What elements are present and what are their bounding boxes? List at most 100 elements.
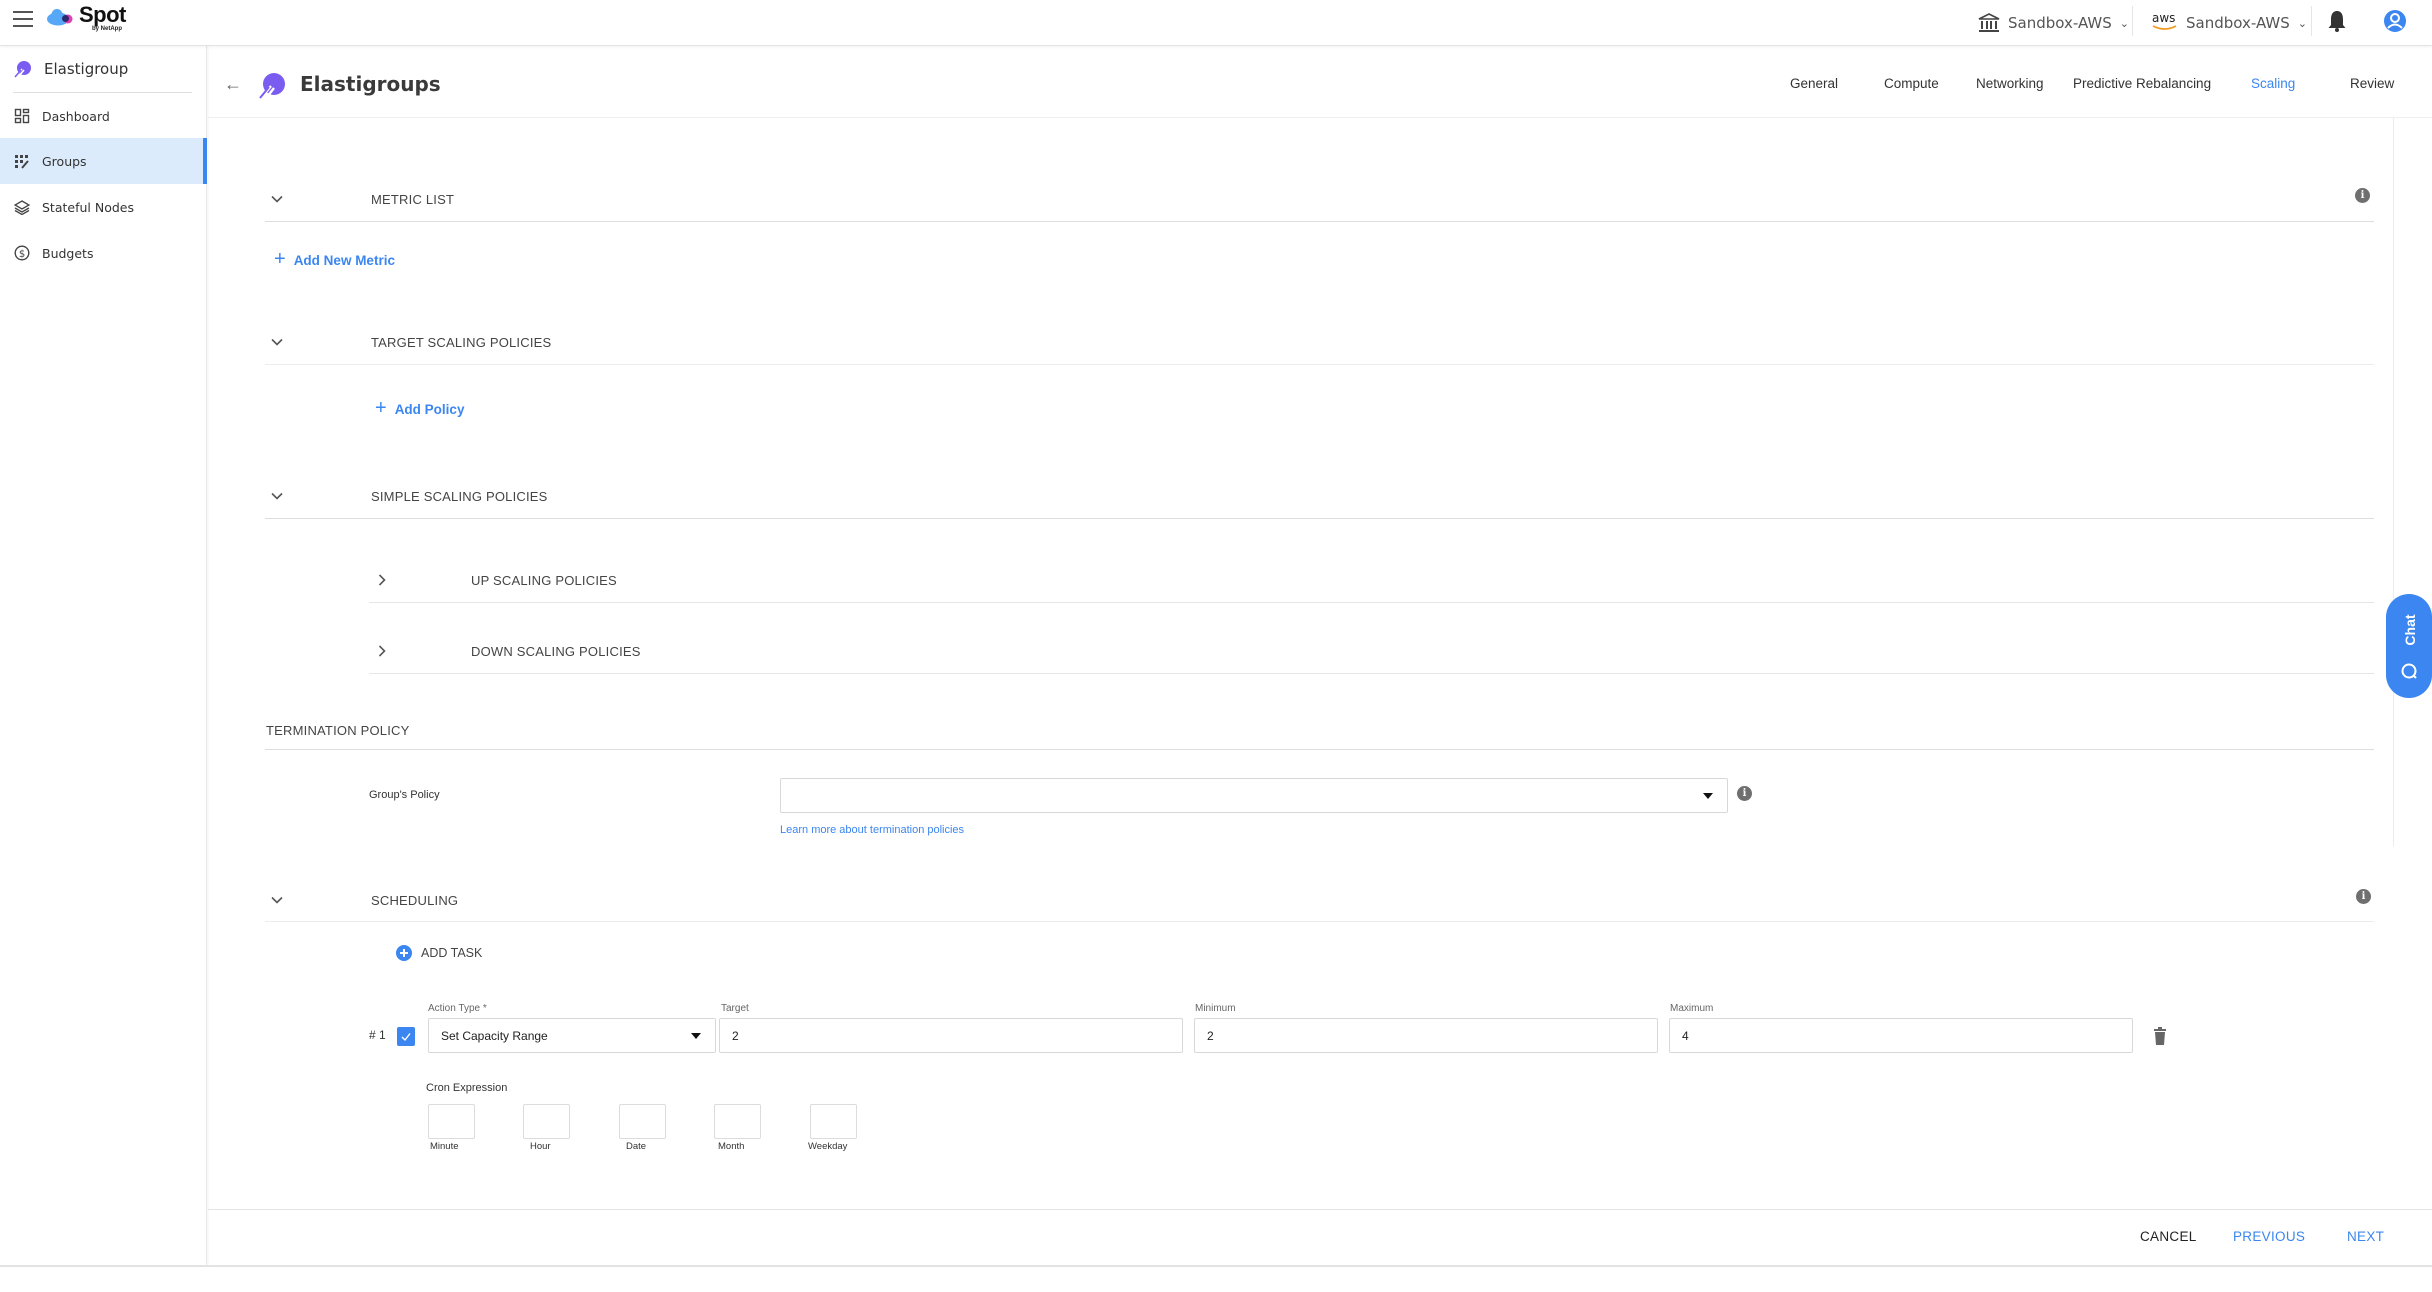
account-selector[interactable]: aws Sandbox-AWS ⌄	[2152, 8, 2307, 38]
chevron-down-icon[interactable]	[270, 489, 284, 503]
subsection-divider	[369, 673, 2374, 674]
section-title-simple-scaling[interactable]: SIMPLE SCALING POLICIES	[371, 489, 548, 504]
subsection-divider	[369, 602, 2374, 603]
dollar-circle-icon: $	[14, 245, 30, 261]
section-title-scheduling[interactable]: SCHEDULING	[371, 893, 458, 908]
plus-icon: +	[274, 248, 286, 270]
cron-hour-input[interactable]	[523, 1104, 570, 1139]
info-icon[interactable]: i	[2355, 188, 2370, 203]
sidebar-item-dashboard[interactable]: Dashboard	[0, 93, 207, 139]
section-divider	[265, 921, 2374, 922]
maximum-value: 4	[1682, 1028, 1689, 1043]
chat-button[interactable]: Chat	[2386, 594, 2432, 698]
layers-icon	[14, 200, 30, 215]
bell-icon[interactable]	[2327, 9, 2347, 33]
sidebar-product-header[interactable]: Elastigroup	[0, 46, 207, 92]
groups-icon	[15, 155, 29, 169]
plus-icon: +	[375, 397, 387, 419]
cron-date-input[interactable]	[619, 1104, 666, 1139]
sidebar-item-budgets[interactable]: $ Budgets	[0, 230, 207, 276]
target-input[interactable]: 2	[719, 1018, 1183, 1053]
chevron-down-icon: ⌄	[2297, 16, 2307, 30]
add-task-button[interactable]: ADD TASK	[396, 945, 482, 961]
organization-selector[interactable]: Sandbox-AWS ⌄	[1978, 8, 2129, 38]
elastigroup-icon	[14, 61, 31, 78]
action-type-select[interactable]: Set Capacity Range	[428, 1018, 716, 1053]
tab-review[interactable]: Review	[2350, 76, 2394, 91]
chevron-down-icon[interactable]	[270, 893, 284, 907]
info-icon[interactable]: i	[2356, 889, 2371, 904]
groups-policy-select[interactable]	[780, 778, 1728, 813]
next-button[interactable]: NEXT	[2347, 1229, 2384, 1244]
learn-more-termination-link[interactable]: Learn more about termination policies	[780, 824, 964, 836]
caret-down-icon	[691, 1033, 701, 1039]
content-scroll-edge	[2393, 118, 2394, 846]
header-divider	[208, 117, 2432, 118]
minimum-input[interactable]: 2	[1194, 1018, 1658, 1053]
spot-logo[interactable]: Spot by NetApp	[46, 2, 136, 38]
user-avatar-icon[interactable]	[2383, 9, 2407, 33]
cron-minute-input[interactable]	[428, 1104, 475, 1139]
minimum-value: 2	[1207, 1028, 1214, 1043]
chat-label: Chat	[2402, 614, 2418, 646]
add-new-metric-label: Add New Metric	[293, 252, 395, 268]
sidebar-item-label: Stateful Nodes	[42, 199, 134, 215]
info-icon[interactable]: i	[1737, 786, 1752, 801]
chevron-right-icon[interactable]	[375, 644, 389, 658]
page-title: Elastigroups	[300, 72, 441, 96]
section-divider	[265, 221, 2374, 222]
minimum-label: Minimum	[1195, 1003, 1236, 1014]
section-title-target-scaling[interactable]: TARGET SCALING POLICIES	[371, 335, 551, 350]
subsection-down-scaling[interactable]: DOWN SCALING POLICIES	[471, 644, 641, 659]
plus-circle-icon	[396, 945, 412, 961]
cron-weekday-input[interactable]	[810, 1104, 857, 1139]
sidebar-item-label: Dashboard	[42, 108, 110, 124]
bank-icon	[1978, 13, 2000, 32]
section-title-termination-policy: TERMINATION POLICY	[266, 723, 410, 738]
divider	[2132, 6, 2133, 36]
groups-policy-label: Group's Policy	[369, 789, 440, 801]
top-bar: Spot by NetApp Sandbox-AWS ⌄ aws Sandbox…	[0, 0, 2432, 46]
sidebar-item-stateful-nodes[interactable]: Stateful Nodes	[0, 184, 207, 230]
sidebar-item-label: Budgets	[42, 245, 94, 261]
account-name: Sandbox-AWS	[2186, 14, 2290, 32]
tab-compute[interactable]: Compute	[1884, 76, 1939, 91]
sidebar-item-groups[interactable]: Groups	[0, 138, 207, 184]
task-enabled-checkbox[interactable]	[397, 1027, 415, 1046]
organization-name: Sandbox-AWS	[2008, 14, 2112, 32]
hamburger-menu-icon[interactable]	[13, 11, 33, 27]
chevron-right-icon[interactable]	[375, 573, 389, 587]
cron-month-input[interactable]	[714, 1104, 761, 1139]
aws-logo-icon: aws	[2152, 11, 2178, 33]
footer-bottom-border	[0, 1265, 2432, 1267]
add-policy-label: Add Policy	[394, 401, 465, 417]
tab-networking[interactable]: Networking	[1976, 76, 2044, 91]
target-label: Target	[721, 1003, 749, 1014]
cancel-button[interactable]: CANCEL	[2140, 1229, 2197, 1244]
section-title-metric-list[interactable]: METRIC LIST	[371, 192, 454, 207]
previous-button[interactable]: PREVIOUS	[2233, 1229, 2305, 1244]
tab-predictive-rebalancing[interactable]: Predictive Rebalancing	[2073, 76, 2211, 91]
tab-general[interactable]: General	[1790, 76, 1838, 91]
chevron-down-icon[interactable]	[270, 335, 284, 349]
action-type-value: Set Capacity Range	[441, 1028, 548, 1043]
dashboard-icon	[14, 108, 30, 124]
subsection-up-scaling[interactable]: UP SCALING POLICIES	[471, 573, 617, 588]
divider	[2311, 6, 2312, 36]
svg-text:$: $	[19, 249, 25, 260]
action-type-label: Action Type *	[428, 1003, 487, 1014]
maximum-label: Maximum	[1670, 1003, 1714, 1014]
add-new-metric-button[interactable]: + Add New Metric	[274, 248, 395, 270]
chevron-down-icon[interactable]	[270, 192, 284, 206]
brand-name: Spot	[79, 2, 126, 27]
back-arrow-icon[interactable]: ←	[224, 74, 242, 95]
section-divider	[265, 518, 2374, 519]
trash-icon[interactable]	[2153, 1027, 2167, 1045]
sidebar: Elastigroup Dashboard Groups Stateful No…	[0, 46, 207, 1265]
maximum-input[interactable]: 4	[1669, 1018, 2133, 1053]
sidebar-item-label: Groups	[42, 153, 87, 169]
add-task-label: ADD TASK	[421, 946, 483, 960]
add-policy-button[interactable]: + Add Policy	[375, 397, 465, 419]
tab-scaling[interactable]: Scaling	[2251, 76, 2295, 91]
elastigroup-icon	[259, 73, 285, 99]
